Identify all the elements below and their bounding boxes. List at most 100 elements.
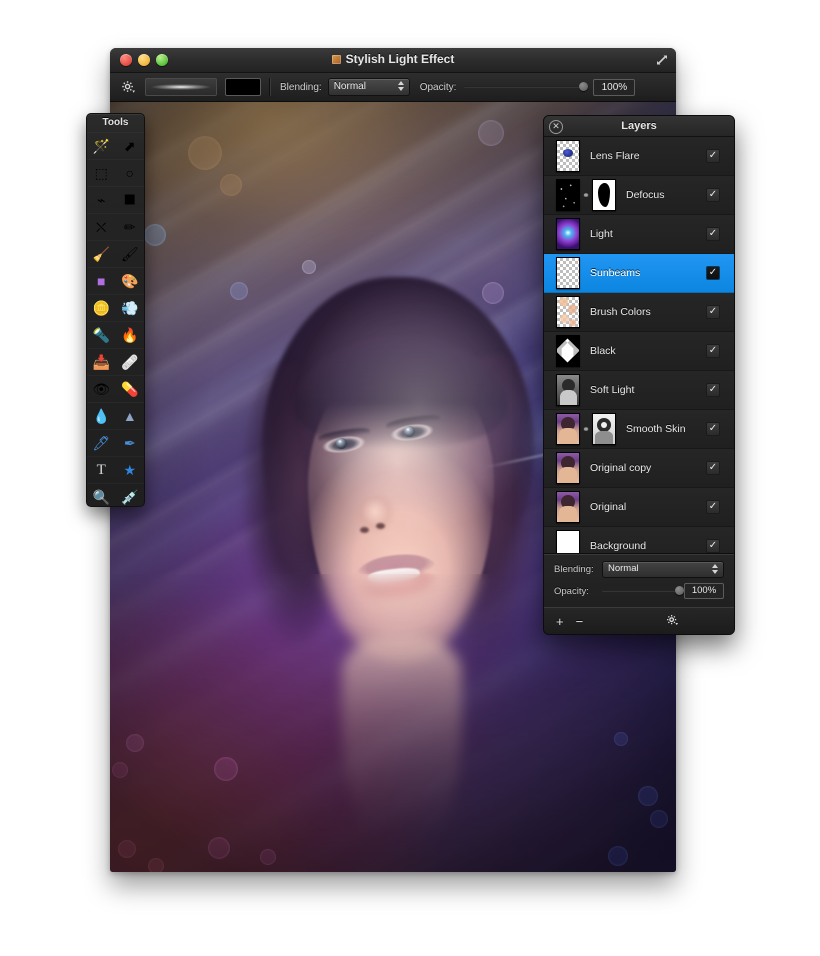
layer-visibility-checkbox[interactable]: ✓ bbox=[706, 305, 720, 319]
layer-mask-thumbnail[interactable] bbox=[592, 413, 616, 445]
polygonal-lasso-icon: ⯀ bbox=[124, 192, 136, 208]
rectangular-marquee-tool[interactable]: ⬚ bbox=[87, 159, 116, 186]
table-row[interactable]: Background ✓ bbox=[544, 527, 734, 553]
tools-grid: 🪄 ⬈ ⬚ ○ ⌁ ⯀ ⛌ ✏ 🧹 🖌 ■ 🎨 🪙 💨 🔦 🔥 📥 🩹 👁 💊 … bbox=[87, 132, 145, 506]
gear-icon[interactable] bbox=[119, 78, 137, 96]
blur-eraser-tool[interactable]: 💊 bbox=[116, 375, 145, 402]
move-tool[interactable]: ⬈ bbox=[116, 132, 145, 159]
layer-thumbnail[interactable] bbox=[556, 491, 580, 523]
bandage-icon: 🩹 bbox=[121, 354, 139, 370]
opacity-slider[interactable] bbox=[464, 82, 589, 91]
opacity-slider-knob[interactable] bbox=[579, 82, 589, 91]
layer-thumbnail[interactable] bbox=[556, 530, 580, 553]
layer-name: Black bbox=[590, 345, 616, 357]
add-layer-button[interactable]: + bbox=[556, 615, 564, 628]
pen-tool[interactable]: 🖊 bbox=[87, 429, 116, 456]
table-row[interactable]: Light ✓ bbox=[544, 215, 734, 254]
table-row[interactable]: Black ✓ bbox=[544, 332, 734, 371]
layer-thumbnail[interactable] bbox=[556, 179, 580, 211]
layers-opacity-slider[interactable] bbox=[602, 586, 684, 595]
polygonal-lasso-tool[interactable]: ⯀ bbox=[116, 186, 145, 213]
table-row[interactable]: Original copy ✓ bbox=[544, 449, 734, 488]
dodge-icon: 🔦 bbox=[92, 327, 110, 343]
blending-value: Normal bbox=[333, 81, 366, 92]
pencil-tool[interactable]: ✏ bbox=[116, 213, 145, 240]
fullscreen-icon[interactable] bbox=[655, 53, 669, 67]
layer-thumbnail[interactable] bbox=[556, 452, 580, 484]
table-row[interactable]: Brush Colors ✓ bbox=[544, 293, 734, 332]
layer-visibility-checkbox[interactable]: ✓ bbox=[706, 188, 720, 202]
remove-layer-button[interactable]: − bbox=[576, 615, 584, 628]
layer-visibility-checkbox[interactable]: ✓ bbox=[706, 422, 720, 436]
healing-brush-tool[interactable]: 🩹 bbox=[116, 348, 145, 375]
burn-tool[interactable]: 🔥 bbox=[116, 321, 145, 348]
layer-visibility-checkbox[interactable]: ✓ bbox=[706, 539, 720, 553]
layer-name: Smooth Skin bbox=[626, 423, 686, 435]
layer-thumbnail[interactable] bbox=[556, 374, 580, 406]
eyedropper-tool[interactable]: 💉 bbox=[116, 483, 145, 506]
blending-select[interactable]: Normal bbox=[327, 78, 410, 96]
stamp-tool[interactable]: 📥 bbox=[87, 348, 116, 375]
paint-bucket-icon: 🪙 bbox=[92, 300, 110, 316]
layers-blending-select[interactable]: Normal bbox=[602, 561, 724, 578]
shape-tool[interactable]: ★ bbox=[116, 456, 145, 483]
eraser-tool[interactable]: 🧹 bbox=[87, 240, 116, 267]
table-row[interactable]: ⚭ Defocus ✓ bbox=[544, 176, 734, 215]
layer-thumbnail[interactable] bbox=[556, 257, 580, 289]
opacity-input[interactable]: 100% bbox=[593, 78, 636, 96]
cone-icon: ▲ bbox=[122, 408, 137, 424]
smudge-tool[interactable]: 💨 bbox=[116, 294, 145, 321]
layer-visibility-checkbox[interactable]: ✓ bbox=[706, 461, 720, 475]
red-eye-tool[interactable]: 👁 bbox=[87, 375, 116, 402]
close-icon[interactable]: ✕ bbox=[549, 120, 563, 134]
layer-mask-thumbnail[interactable] bbox=[592, 179, 616, 211]
clone-stamp-tool[interactable]: 🎨 bbox=[116, 267, 145, 294]
paintbrush-tool[interactable]: 🖌 bbox=[116, 240, 145, 267]
tools-palette-title: Tools bbox=[102, 117, 129, 128]
table-row[interactable]: Original ✓ bbox=[544, 488, 734, 527]
eraser-block-icon: 💊 bbox=[121, 381, 139, 397]
layer-thumbnail[interactable] bbox=[556, 140, 580, 172]
layers-blending-value: Normal bbox=[608, 563, 639, 574]
table-row[interactable]: ⚭ Smooth Skin ✓ bbox=[544, 410, 734, 449]
table-row[interactable]: Lens Flare ✓ bbox=[544, 137, 734, 176]
burn-flame-icon: 🔥 bbox=[121, 327, 139, 343]
dodge-tool[interactable]: 🔦 bbox=[87, 321, 116, 348]
type-tool[interactable]: T bbox=[87, 456, 116, 483]
layer-thumbnail[interactable] bbox=[556, 413, 580, 445]
pencil-icon: ✏ bbox=[123, 219, 136, 235]
magic-wand-tool[interactable]: 🪄 bbox=[87, 132, 116, 159]
gradient-tool[interactable]: ■ bbox=[87, 267, 116, 294]
chevron-updown-icon bbox=[712, 564, 719, 576]
crop-tool[interactable]: ⛌ bbox=[87, 213, 116, 240]
layer-thumbnail[interactable] bbox=[556, 335, 580, 367]
blending-label: Blending: bbox=[280, 81, 322, 93]
layer-thumbnail[interactable] bbox=[556, 296, 580, 328]
sharpen-tool[interactable]: ▲ bbox=[116, 402, 145, 429]
layers-opacity-slider-knob[interactable] bbox=[675, 586, 684, 595]
layer-visibility-checkbox[interactable]: ✓ bbox=[706, 266, 720, 280]
foreground-color-swatch[interactable] bbox=[225, 78, 261, 96]
elliptical-marquee-tool[interactable]: ○ bbox=[116, 159, 145, 186]
freeform-pen-tool[interactable]: ✒ bbox=[116, 429, 145, 456]
paintbrush-icon: 🖌 bbox=[120, 246, 139, 262]
link-icon[interactable]: ⚭ bbox=[581, 424, 591, 435]
layer-visibility-checkbox[interactable]: ✓ bbox=[706, 227, 720, 241]
layers-blending-label: Blending: bbox=[554, 564, 594, 575]
link-icon[interactable]: ⚭ bbox=[581, 190, 591, 201]
layer-visibility-checkbox[interactable]: ✓ bbox=[706, 149, 720, 163]
table-row[interactable]: Soft Light ✓ bbox=[544, 371, 734, 410]
lasso-tool[interactable]: ⌁ bbox=[87, 186, 116, 213]
layers-list[interactable]: Lens Flare ✓ ⚭ Defocus ✓ Light ✓ Sunbeam… bbox=[544, 137, 734, 554]
paint-bucket-tool[interactable]: 🪙 bbox=[87, 294, 116, 321]
layer-thumbnail[interactable] bbox=[556, 218, 580, 250]
table-row[interactable]: Sunbeams ✓ bbox=[544, 254, 734, 293]
layer-visibility-checkbox[interactable]: ✓ bbox=[706, 500, 720, 514]
blur-tool[interactable]: 💧 bbox=[87, 402, 116, 429]
gear-icon[interactable] bbox=[666, 614, 678, 628]
layer-visibility-checkbox[interactable]: ✓ bbox=[706, 383, 720, 397]
layers-opacity-input[interactable]: 100% bbox=[684, 583, 724, 599]
layer-visibility-checkbox[interactable]: ✓ bbox=[706, 344, 720, 358]
zoom-tool[interactable]: 🔍 bbox=[87, 483, 116, 506]
brush-preview-swatch[interactable] bbox=[145, 78, 217, 96]
